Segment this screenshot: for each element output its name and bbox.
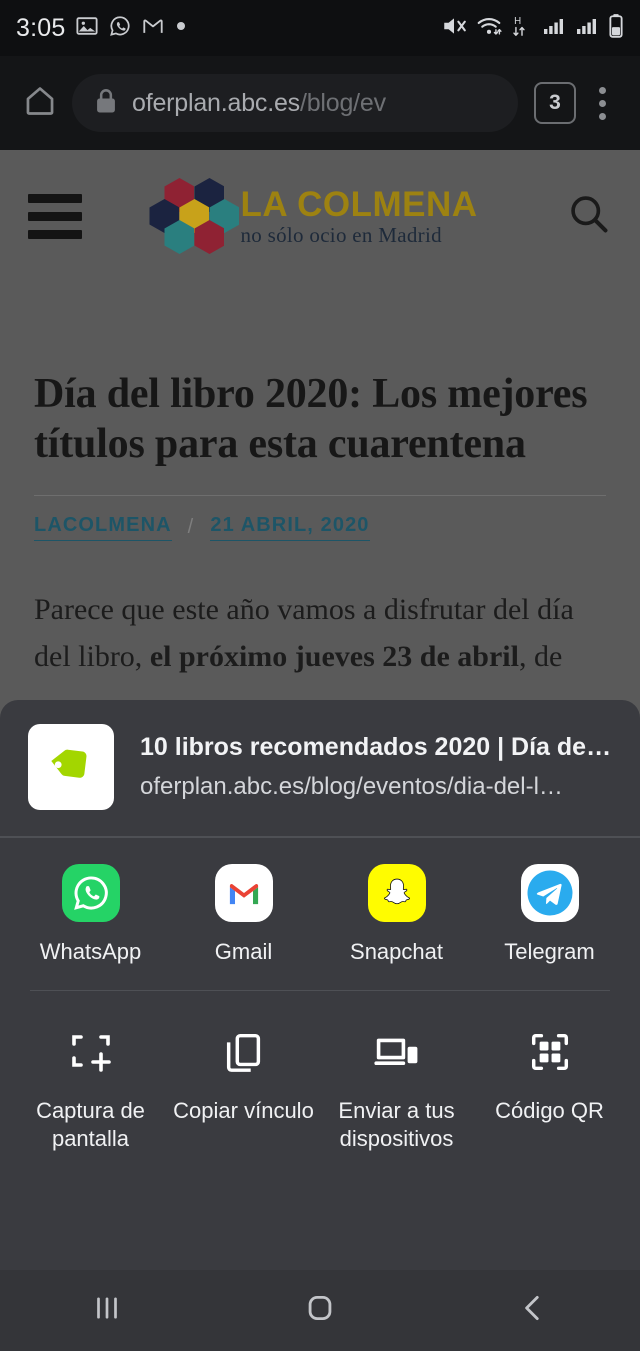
browser-toolbar: oferplan.abc.es/blog/ev 3 — [0, 56, 640, 150]
share-target-telegram[interactable]: Telegram — [473, 863, 626, 966]
browser-menu-button[interactable] — [578, 77, 626, 129]
site-logo[interactable]: LA COLMENA no sólo ocio en Madrid — [82, 176, 552, 256]
hamburger-menu-icon[interactable] — [28, 193, 82, 239]
preview-url: oferplan.abc.es/blog/eventos/dia-del-l… — [140, 773, 563, 800]
date-link[interactable]: 21 ABRIL, 2020 — [210, 514, 370, 542]
share-action-label: Captura de pantalla — [36, 1098, 145, 1152]
status-system-icons: H — [441, 13, 624, 44]
article-body: Parece que este año vamos a disfrutar de… — [34, 587, 606, 680]
recents-icon — [90, 1291, 124, 1330]
preview-thumbnail — [28, 724, 114, 810]
share-action-send-devices[interactable]: Enviar a tus dispositivos — [320, 1023, 473, 1153]
svg-text:H: H — [514, 15, 521, 26]
byline-separator: / — [187, 516, 195, 539]
page-title: Día del libro 2020: Los mejores títulos … — [34, 371, 588, 467]
menu-dot — [598, 112, 606, 120]
battery-icon — [608, 13, 624, 44]
menu-dot — [598, 86, 606, 94]
brand-text: LA COLMENA no sólo ocio en Madrid — [240, 185, 477, 248]
share-target-snapchat[interactable]: Snapchat — [320, 863, 473, 966]
hamburger-line — [28, 211, 82, 221]
whatsapp-icon — [61, 863, 120, 922]
url-host: oferplan.abc.es — [132, 88, 300, 117]
home-icon — [303, 1291, 337, 1330]
gmail-icon — [214, 863, 273, 922]
share-target-label: Gmail — [214, 938, 273, 964]
share-action-copy-link[interactable]: Copiar vínculo — [167, 1023, 320, 1153]
url-text: oferplan.abc.es/blog/ev — [132, 89, 386, 118]
home-button-nav[interactable] — [213, 1270, 426, 1351]
share-action-qr-code[interactable]: Código QR — [473, 1023, 626, 1153]
mute-icon — [441, 13, 467, 44]
meta-divider — [34, 495, 606, 497]
url-bar[interactable]: oferplan.abc.es/blog/ev — [72, 74, 518, 132]
dot-icon — [175, 19, 187, 37]
hspa-data-icon: H — [511, 13, 533, 44]
share-sheet: 10 libros recomendados 2020 | Día del… o… — [0, 700, 640, 1270]
send-to-devices-icon — [368, 1023, 426, 1081]
copy-link-icon — [215, 1023, 273, 1081]
signal-sim2-icon — [575, 14, 599, 43]
tab-switcher-button[interactable]: 3 — [534, 82, 576, 124]
share-target-label: Snapchat — [350, 938, 443, 964]
photos-icon — [76, 15, 99, 42]
share-action-label: Copiar vínculo — [173, 1098, 314, 1124]
author-link[interactable]: LACOLMENA — [34, 514, 172, 542]
share-target-whatsapp[interactable]: WhatsApp — [14, 863, 167, 966]
back-icon — [516, 1291, 550, 1330]
snapchat-icon — [367, 863, 426, 922]
back-button[interactable] — [427, 1270, 640, 1351]
whatsapp-icon — [109, 15, 131, 42]
body-text-bold: el próximo jueves 23 de abril — [149, 639, 519, 673]
android-navigation-bar — [0, 1270, 640, 1351]
share-action-label: Enviar a tus dispositivos — [338, 1098, 455, 1152]
search-icon — [566, 191, 612, 242]
phone-screen: 3:05 H oferplan.abc.es/blog/ev 3 LA COLM… — [0, 0, 640, 1351]
gmail-icon — [142, 15, 164, 42]
preview-meta: 10 libros recomendados 2020 | Día del… o… — [140, 733, 612, 801]
share-actions-row: Captura de pantalla Copiar vínculo Envia… — [0, 991, 640, 1173]
recents-button[interactable] — [0, 1270, 213, 1351]
share-action-screenshot[interactable]: Captura de pantalla — [14, 1023, 167, 1153]
byline: LACOLMENA / 21 ABRIL, 2020 — [34, 514, 606, 542]
share-target-label: Telegram — [504, 938, 595, 964]
hamburger-line — [28, 193, 82, 203]
lock-icon — [94, 87, 118, 120]
site-search-button[interactable] — [552, 191, 612, 242]
honeycomb-icon — [149, 176, 240, 256]
status-notification-icons: 3:05 — [16, 14, 187, 43]
site-header: LA COLMENA no sólo ocio en Madrid — [0, 150, 640, 282]
share-apps-row: WhatsApp Gmail Snapchat Telegram — [0, 838, 640, 990]
share-target-label: WhatsApp — [39, 938, 142, 964]
menu-dot — [598, 99, 606, 107]
signal-sim1-icon — [542, 14, 566, 43]
article: Día del libro 2020: Los mejores títulos … — [0, 282, 640, 680]
tab-count-label: 3 — [549, 91, 561, 114]
status-clock: 3:05 — [16, 13, 66, 42]
home-button[interactable] — [14, 77, 66, 129]
brand-tagline: no sólo ocio en Madrid — [240, 222, 442, 247]
telegram-icon — [520, 863, 579, 922]
brand-title: LA COLMENA — [240, 184, 478, 224]
qr-code-icon — [521, 1023, 579, 1081]
status-bar: 3:05 H — [0, 0, 640, 56]
share-action-label: Código QR — [495, 1098, 604, 1124]
screenshot-icon — [62, 1023, 120, 1081]
hamburger-line — [28, 229, 82, 239]
url-path: /blog/ev — [299, 88, 386, 117]
price-tag-icon — [44, 738, 98, 797]
home-icon — [23, 84, 57, 123]
body-text-part2: , de — [518, 639, 563, 673]
share-target-gmail[interactable]: Gmail — [167, 863, 320, 966]
wifi-icon — [476, 13, 502, 44]
preview-title: 10 libros recomendados 2020 | Día del… — [140, 733, 612, 761]
share-preview[interactable]: 10 libros recomendados 2020 | Día del… o… — [0, 700, 640, 836]
